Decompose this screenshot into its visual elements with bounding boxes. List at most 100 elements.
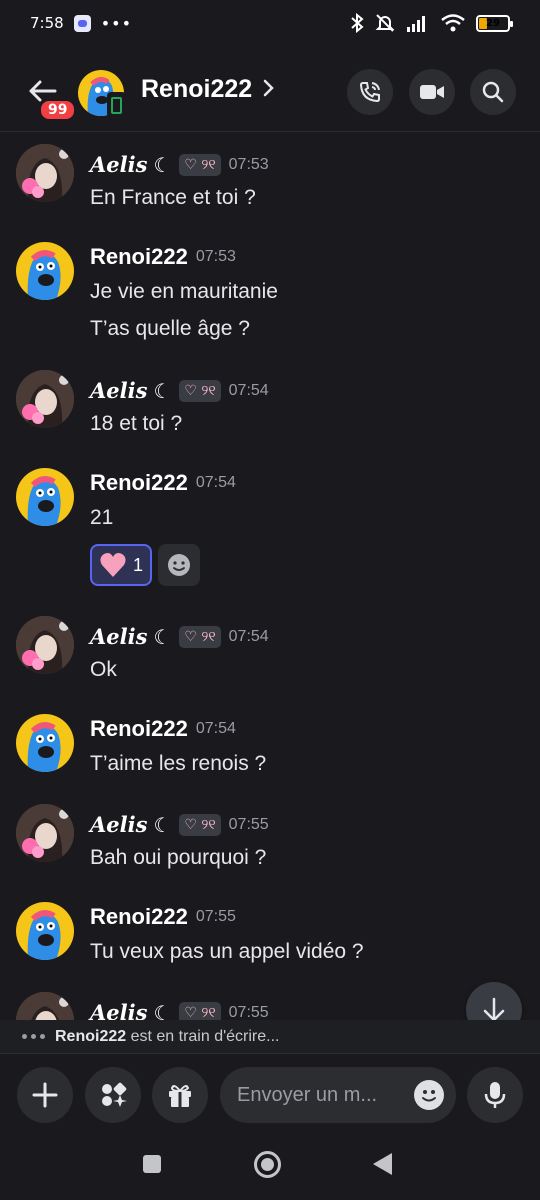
avatar[interactable] bbox=[16, 242, 74, 300]
system-back-button[interactable] bbox=[373, 1153, 392, 1175]
user-tag[interactable]: ♡ ୨୧ bbox=[179, 813, 221, 836]
system-navigation-bar bbox=[0, 1135, 540, 1200]
avatar[interactable] bbox=[16, 370, 74, 428]
avatar[interactable] bbox=[16, 902, 74, 960]
user-tag[interactable]: ♡ ୨୧ bbox=[179, 625, 221, 648]
anime-girl-avatar-icon bbox=[16, 992, 74, 1020]
anime-girl-avatar-icon bbox=[16, 370, 74, 428]
moon-icon: ☾ bbox=[153, 624, 172, 649]
user-tag[interactable]: ♡ ୨୧ bbox=[179, 153, 221, 176]
anime-girl-avatar-icon bbox=[16, 144, 74, 202]
username[interactable]: Aelis bbox=[90, 152, 147, 177]
unread-badge: 99 bbox=[38, 98, 78, 122]
username[interactable]: Aelis bbox=[90, 1000, 147, 1020]
status-bar: 7:58 ••• 29 bbox=[0, 0, 540, 46]
message-text[interactable]: En France et toi ? bbox=[90, 186, 256, 210]
heart-icon: ♡ ୨୧ bbox=[184, 1004, 216, 1021]
apps-icon bbox=[102, 1082, 127, 1107]
username[interactable]: Aelis bbox=[90, 378, 147, 403]
heart-icon: ♡ ୨୧ bbox=[184, 628, 216, 645]
timestamp: 07:53 bbox=[195, 248, 236, 265]
blue-mascot-icon bbox=[27, 250, 61, 300]
bluetooth-icon bbox=[351, 13, 364, 33]
moon-icon: ☾ bbox=[153, 378, 172, 403]
microphone-icon bbox=[484, 1082, 506, 1108]
search-icon bbox=[482, 81, 504, 103]
username[interactable]: Renoi222 bbox=[90, 244, 188, 270]
home-button[interactable] bbox=[254, 1151, 281, 1178]
add-reaction-button[interactable] bbox=[158, 544, 200, 586]
message-text[interactable]: T’aime les renois ? bbox=[90, 752, 266, 776]
avatar[interactable] bbox=[16, 468, 74, 526]
timestamp: 07:54 bbox=[228, 627, 269, 645]
timestamp: 07:54 bbox=[228, 381, 269, 399]
username[interactable]: Aelis bbox=[90, 812, 147, 837]
chevron-right-icon[interactable] bbox=[262, 76, 276, 104]
message-text[interactable]: 18 et toi ? bbox=[90, 412, 182, 436]
gift-button[interactable] bbox=[152, 1067, 208, 1123]
anime-girl-avatar-icon bbox=[16, 804, 74, 862]
message-text[interactable]: T’as quelle âge ? bbox=[90, 317, 250, 341]
emoji-button[interactable] bbox=[414, 1080, 444, 1110]
signal-icon bbox=[407, 16, 425, 32]
moon-icon: ☾ bbox=[153, 812, 172, 837]
message-text[interactable]: 21 bbox=[90, 506, 113, 530]
avatar[interactable] bbox=[16, 992, 74, 1020]
gift-icon bbox=[169, 1085, 191, 1107]
search-button[interactable] bbox=[470, 69, 516, 115]
timestamp: 07:54 bbox=[195, 720, 236, 737]
moon-icon: ☾ bbox=[153, 1000, 172, 1021]
discord-notification-icon bbox=[73, 14, 91, 32]
video-call-button[interactable] bbox=[409, 69, 455, 115]
plus-icon bbox=[32, 1082, 58, 1108]
attach-button[interactable] bbox=[17, 1067, 73, 1123]
username[interactable]: Renoi222 bbox=[90, 716, 188, 742]
heart-icon: ♡ ୨୧ bbox=[184, 156, 216, 173]
message-list[interactable]: Aelis ☾ ♡ ୨୧ 07:53 En France et toi ? Re… bbox=[0, 132, 540, 1020]
message-text[interactable]: Bah oui pourquoi ? bbox=[90, 846, 266, 870]
recents-button[interactable] bbox=[143, 1155, 161, 1173]
blue-mascot-icon bbox=[27, 910, 61, 960]
timestamp: 07:55 bbox=[228, 1003, 269, 1021]
message-text[interactable]: Ok bbox=[90, 658, 117, 682]
avatar[interactable] bbox=[16, 144, 74, 202]
channel-title[interactable]: Renoi222 bbox=[141, 75, 252, 104]
heart-icon: ♡ ୨୧ bbox=[184, 816, 216, 833]
voice-message-button[interactable] bbox=[467, 1067, 523, 1123]
user-tag[interactable]: ♡ ୨୧ bbox=[179, 1001, 221, 1021]
message-input-container[interactable] bbox=[220, 1067, 456, 1123]
message-input[interactable] bbox=[237, 1083, 407, 1107]
user-tag[interactable]: ♡ ୨୧ bbox=[179, 379, 221, 402]
apps-button[interactable] bbox=[85, 1067, 141, 1123]
video-camera-icon bbox=[420, 85, 444, 99]
avatar[interactable] bbox=[16, 804, 74, 862]
blue-mascot-icon bbox=[27, 476, 61, 526]
message-text[interactable]: Je vie en mauritanie bbox=[90, 280, 278, 304]
username[interactable]: Renoi222 bbox=[90, 470, 188, 496]
typing-text: Renoi222 est en train d'écrire... bbox=[55, 1028, 279, 1046]
message-text[interactable]: Tu veux pas un appel vidéo ? bbox=[90, 940, 364, 964]
timestamp: 07:53 bbox=[228, 155, 269, 173]
typing-status: est en train d'écrire... bbox=[126, 1027, 280, 1045]
anime-girl-avatar-icon bbox=[16, 616, 74, 674]
battery-level: 29 bbox=[486, 17, 500, 29]
voice-call-button[interactable] bbox=[347, 69, 393, 115]
composer bbox=[0, 1055, 540, 1135]
heart-reaction-button[interactable]: 1 bbox=[90, 544, 152, 586]
phone-call-icon bbox=[359, 82, 380, 103]
typing-user: Renoi222 bbox=[55, 1027, 127, 1045]
timestamp: 07:55 bbox=[195, 908, 236, 925]
username[interactable]: Renoi222 bbox=[90, 904, 188, 930]
typing-indicator: Renoi222 est en train d'écrire... bbox=[0, 1020, 540, 1054]
username[interactable]: Aelis bbox=[90, 624, 147, 649]
heart-icon: ♡ ୨୧ bbox=[184, 382, 216, 399]
add-emoji-icon bbox=[168, 554, 190, 576]
avatar[interactable] bbox=[16, 616, 74, 674]
moon-icon: ☾ bbox=[153, 152, 172, 177]
wifi-icon bbox=[441, 14, 465, 32]
emoji-icon bbox=[422, 1090, 436, 1102]
timestamp: 07:54 bbox=[195, 474, 236, 491]
avatar[interactable] bbox=[16, 714, 74, 772]
chat-header: 99 Renoi222 bbox=[0, 46, 540, 132]
heart-icon bbox=[100, 553, 126, 577]
